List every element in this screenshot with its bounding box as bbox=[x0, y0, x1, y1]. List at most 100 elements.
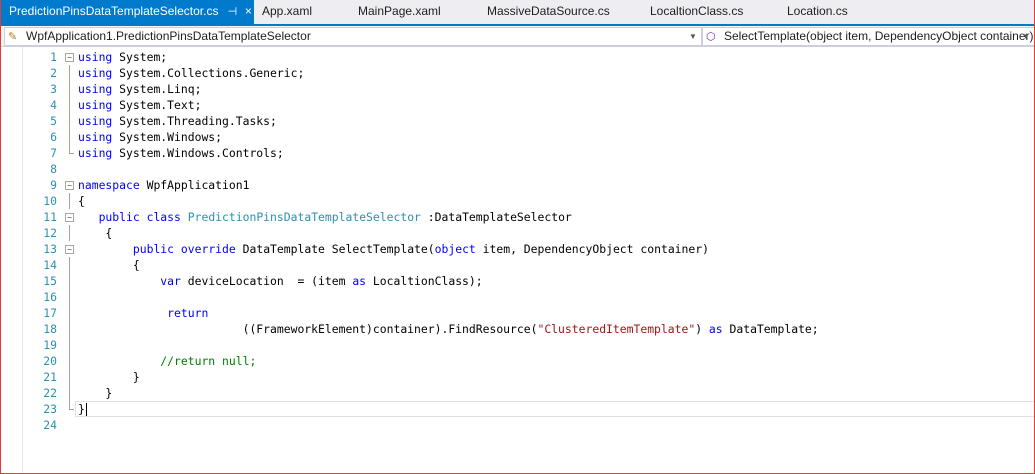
code-line[interactable]: 2 using System.Collections.Generic; bbox=[1, 65, 1034, 81]
code-text: namespace WpfApplication1 bbox=[78, 178, 250, 192]
code-line[interactable]: 19 bbox=[1, 337, 1034, 353]
outline-guide-end bbox=[69, 409, 74, 410]
tab-location[interactable]: Location.cs bbox=[779, 0, 856, 24]
code-line[interactable]: 24 bbox=[1, 417, 1034, 433]
code-text: using System.Linq; bbox=[78, 82, 202, 96]
outline-guide bbox=[69, 273, 70, 289]
line-number: 11 bbox=[43, 210, 57, 224]
collapse-icon[interactable]: − bbox=[65, 181, 74, 190]
tab-prediction-pins-data-template-selector[interactable]: PredictionPinsDataTemplateSelector.cs ⊣ × bbox=[1, 0, 254, 24]
code-text: } bbox=[78, 386, 113, 400]
line-number: 12 bbox=[43, 226, 57, 240]
code-line[interactable]: 22 } bbox=[1, 385, 1034, 401]
code-text: public class PredictionPinsDataTemplateS… bbox=[98, 210, 572, 224]
code-text: } bbox=[78, 402, 87, 416]
tab-app-xaml[interactable]: App.xaml bbox=[254, 0, 320, 24]
ide-window: PredictionPinsDataTemplateSelector.cs ⊣ × … bbox=[0, 0, 1035, 474]
line-number: 23 bbox=[43, 402, 57, 416]
line-number: 9 bbox=[50, 178, 57, 192]
code-text: //return null; bbox=[160, 354, 257, 368]
line-number: 15 bbox=[43, 274, 57, 288]
outline-guide bbox=[69, 337, 70, 353]
code-line[interactable]: 12 { bbox=[1, 225, 1034, 241]
code-line[interactable]: 5 using System.Threading.Tasks; bbox=[1, 113, 1034, 129]
line-number: 10 bbox=[43, 194, 57, 208]
line-number: 2 bbox=[50, 66, 57, 80]
code-text: using System.Text; bbox=[78, 98, 202, 112]
member-navigation-dropdown[interactable]: ⬡ SelectTemplate(object item, DependencyO… bbox=[702, 27, 1034, 46]
code-line[interactable]: 10 { bbox=[1, 193, 1034, 209]
code-line[interactable]: 21 } bbox=[1, 369, 1034, 385]
outline-guide bbox=[69, 289, 70, 305]
line-number: 17 bbox=[43, 306, 57, 320]
tab-label: PredictionPinsDataTemplateSelector.cs bbox=[9, 4, 219, 18]
line-number: 21 bbox=[43, 370, 57, 384]
outline-guide bbox=[69, 305, 70, 321]
outline-guide bbox=[69, 65, 70, 81]
line-number: 14 bbox=[43, 258, 57, 272]
type-navigation-label: WpfApplication1.PredictionPinsDataTempla… bbox=[26, 29, 311, 43]
text-caret bbox=[85, 403, 87, 416]
pin-icon[interactable]: ⊣ bbox=[224, 1, 240, 23]
tab-label: Location.cs bbox=[787, 4, 848, 18]
outline-guide bbox=[69, 257, 70, 273]
collapse-icon[interactable]: − bbox=[65, 53, 74, 62]
code-line[interactable]: 3 using System.Linq; bbox=[1, 81, 1034, 97]
collapse-icon[interactable]: − bbox=[65, 245, 74, 254]
tab-label: MainPage.xaml bbox=[358, 4, 441, 18]
code-line[interactable]: 11− public class PredictionPinsDataTempl… bbox=[1, 209, 1034, 225]
line-number: 18 bbox=[43, 322, 57, 336]
tab-localtion-class[interactable]: LocaltionClass.cs bbox=[642, 0, 751, 24]
line-number: 5 bbox=[50, 114, 57, 128]
code-text: using System.Windows; bbox=[78, 130, 223, 144]
collapse-icon[interactable]: − bbox=[65, 213, 74, 222]
line-number: 4 bbox=[50, 98, 57, 112]
code-line[interactable]: 18 ((FrameworkElement)container).FindRes… bbox=[1, 321, 1034, 337]
outline-guide bbox=[69, 321, 70, 337]
method-icon: ⬡ bbox=[706, 31, 716, 43]
code-line[interactable]: 17 return bbox=[1, 305, 1034, 321]
line-number: 7 bbox=[50, 146, 57, 160]
code-line[interactable]: 1− using System; bbox=[1, 49, 1034, 65]
outline-guide bbox=[69, 369, 70, 385]
tab-massive-data-source[interactable]: MassiveDataSource.cs bbox=[479, 0, 618, 24]
code-line[interactable]: 20 //return null; bbox=[1, 353, 1034, 369]
outline-guide bbox=[69, 81, 70, 97]
line-number: 13 bbox=[43, 242, 57, 256]
line-number: 1 bbox=[50, 50, 57, 64]
code-line[interactable]: 15 var deviceLocation = (item as Localti… bbox=[1, 273, 1034, 289]
code-text: } bbox=[78, 370, 140, 384]
outline-guide bbox=[69, 225, 70, 241]
code-line[interactable]: 7 using System.Windows.Controls; bbox=[1, 145, 1034, 161]
code-line[interactable]: 14 { bbox=[1, 257, 1034, 273]
line-number: 19 bbox=[43, 338, 57, 352]
code-line[interactable]: 16 bbox=[1, 289, 1034, 305]
code-text: using System.Threading.Tasks; bbox=[78, 114, 277, 128]
tab-label: LocaltionClass.cs bbox=[650, 4, 744, 18]
tab-mainpage-xaml[interactable]: MainPage.xaml bbox=[350, 0, 449, 24]
chevron-down-icon: ▼ bbox=[689, 32, 697, 41]
code-line[interactable]: 8 bbox=[1, 161, 1034, 177]
code-line[interactable]: 23} bbox=[1, 401, 1034, 417]
line-number: 16 bbox=[43, 290, 57, 304]
outline-guide bbox=[69, 129, 70, 145]
code-line[interactable]: 13− public override DataTemplate SelectT… bbox=[1, 241, 1034, 257]
type-navigation-dropdown[interactable]: ✎ WpfApplication1.PredictionPinsDataTempl… bbox=[4, 27, 702, 46]
outline-guide bbox=[69, 97, 70, 113]
code-text: { bbox=[78, 258, 140, 272]
line-number: 6 bbox=[50, 130, 57, 144]
line-number: 24 bbox=[43, 418, 57, 432]
document-tab-strip: PredictionPinsDataTemplateSelector.cs ⊣ × … bbox=[1, 0, 1034, 26]
outline-guide bbox=[69, 193, 70, 209]
class-icon: ✎ bbox=[8, 31, 18, 43]
code-line[interactable]: 6 using System.Windows; bbox=[1, 129, 1034, 145]
code-line[interactable]: 4 using System.Text; bbox=[1, 97, 1034, 113]
outline-guide-end bbox=[69, 153, 74, 154]
tab-label: MassiveDataSource.cs bbox=[487, 4, 610, 18]
code-editor[interactable]: 1− using System; 2 using System.Collections… bbox=[1, 47, 1034, 473]
member-navigation-label: SelectTemplate(object item, DependencyOb… bbox=[724, 29, 1034, 43]
outline-guide bbox=[69, 113, 70, 129]
code-text: using System.Collections.Generic; bbox=[78, 66, 305, 80]
line-number: 3 bbox=[50, 82, 57, 96]
code-line[interactable]: 9− namespace WpfApplication1 bbox=[1, 177, 1034, 193]
